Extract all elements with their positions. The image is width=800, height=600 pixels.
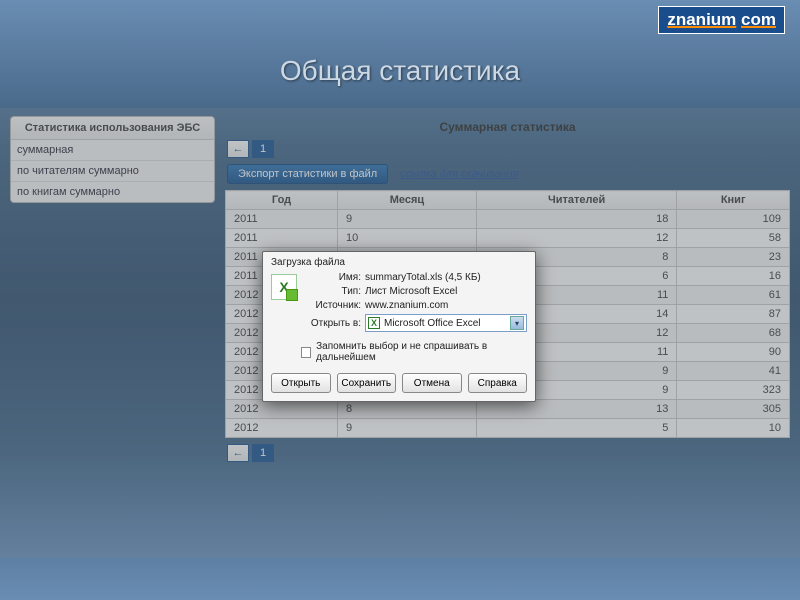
excel-icon: X (368, 317, 380, 329)
remember-checkbox[interactable] (301, 347, 311, 358)
remember-row[interactable]: Запомнить выбор и не спрашивать в дальне… (263, 338, 535, 369)
open-in-select[interactable]: X Microsoft Office Excel ▾ (365, 314, 527, 332)
page-title: Общая статистика (0, 55, 800, 87)
label-type: Тип: (305, 286, 361, 297)
help-button[interactable]: Справка (468, 373, 528, 393)
cancel-button[interactable]: Отмена (402, 373, 462, 393)
chevron-down-icon: ▾ (510, 316, 524, 330)
label-name: Имя: (305, 272, 361, 283)
excel-file-icon (271, 274, 297, 300)
label-source: Источник: (305, 300, 361, 311)
open-button[interactable]: Открыть (271, 373, 331, 393)
value-type: Лист Microsoft Excel (365, 286, 527, 297)
logo: znanium com (658, 6, 785, 34)
dialog-title: Загрузка файла (263, 252, 535, 270)
download-dialog: Загрузка файла Имя: summaryTotal.xls (4,… (262, 251, 536, 402)
open-in-value: Microsoft Office Excel (384, 318, 510, 329)
label-open-in: Открыть в: (305, 318, 361, 329)
save-button[interactable]: Сохранить (337, 373, 397, 393)
remember-label: Запомнить выбор и не спрашивать в дальне… (316, 341, 527, 363)
value-name: summaryTotal.xls (4,5 КБ) (365, 272, 527, 283)
value-source: www.znanium.com (365, 300, 527, 311)
